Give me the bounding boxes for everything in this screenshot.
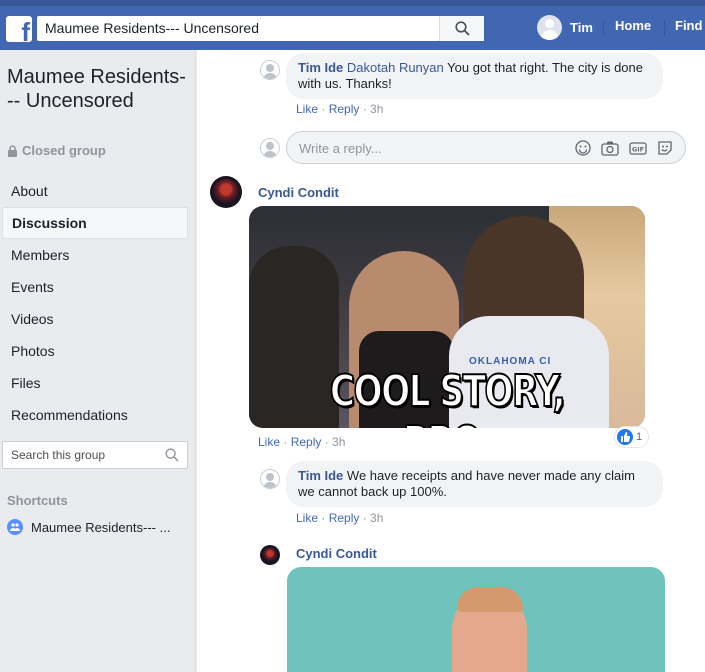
comment-actions: Like · Reply · 3h <box>296 511 384 525</box>
camera-icon[interactable] <box>601 140 619 156</box>
top-bar: f Maumee Residents--- Uncensored Tim Hom… <box>0 0 705 50</box>
facebook-logo-icon[interactable]: f <box>6 16 32 42</box>
profile-link[interactable]: Tim <box>537 15 593 40</box>
commenter-avatar[interactable] <box>260 469 280 489</box>
comment-time[interactable]: 3h <box>370 511 383 525</box>
lock-icon <box>8 144 17 157</box>
home-link[interactable]: Home <box>615 18 651 33</box>
comment-author[interactable]: Tim Ide <box>298 468 343 483</box>
commenter-avatar[interactable] <box>260 60 280 80</box>
comment-author[interactable]: Tim Ide <box>298 60 343 75</box>
emoji-icon[interactable] <box>575 140 591 156</box>
like-link[interactable]: Like <box>258 435 280 449</box>
user-name: Tim <box>570 20 593 35</box>
gif-image[interactable]: OKLAHOMA CI COOL STORY, BRO. <box>249 206 645 428</box>
group-icon <box>7 519 23 535</box>
shortcut-label: Maumee Residents--- ... <box>31 519 171 535</box>
left-sidebar: Maumee Residents--- Uncensored Closed gr… <box>0 50 196 672</box>
like-count-value: 1 <box>636 431 643 443</box>
nav-files[interactable]: Files <box>2 367 188 399</box>
sticker-icon[interactable] <box>657 140 673 156</box>
post-author[interactable]: Cyndi Condit <box>258 185 339 200</box>
search-icon[interactable] <box>165 448 179 462</box>
avatar <box>537 15 562 40</box>
comment-bubble: Tim Ide Dakotah Runyan You got that righ… <box>286 53 663 99</box>
search-button[interactable] <box>439 16 484 41</box>
comment-bubble: Tim Ide We have receipts and have never … <box>286 461 663 507</box>
shortcuts-heading: Shortcuts <box>7 493 68 508</box>
reply-link[interactable]: Reply <box>291 435 322 449</box>
reply-link[interactable]: Reply <box>329 511 360 525</box>
post-actions: Like · Reply · 3h <box>258 435 346 449</box>
gif-caption: COOL STORY, BRO. <box>329 365 566 428</box>
find-friends-link[interactable]: Find <box>675 18 702 33</box>
like-icon <box>617 429 633 445</box>
author-avatar[interactable] <box>260 545 280 565</box>
like-link[interactable]: Like <box>296 511 318 525</box>
search-icon <box>454 21 470 36</box>
global-search[interactable]: Maumee Residents--- Uncensored <box>37 16 484 41</box>
divider <box>664 20 665 36</box>
group-search-placeholder: Search this group <box>11 448 106 462</box>
reply-tools: GIF <box>575 140 673 156</box>
nav-discussion[interactable]: Discussion <box>2 207 188 239</box>
nav-recommendations[interactable]: Recommendations <box>2 399 188 431</box>
reply-placeholder: Write a reply... <box>299 141 382 156</box>
gif-image[interactable] <box>287 567 665 672</box>
group-search-input[interactable]: Search this group <box>2 441 188 469</box>
nav-photos[interactable]: Photos <box>2 335 188 367</box>
nav-events[interactable]: Events <box>2 271 188 303</box>
reply-input[interactable]: Write a reply... GIF <box>286 131 686 164</box>
gif-icon[interactable]: GIF <box>629 140 647 156</box>
like-link[interactable]: Like <box>296 102 318 116</box>
privacy-label: Closed group <box>22 143 106 158</box>
nav-about[interactable]: About <box>2 175 188 207</box>
reaction-count[interactable]: 1 <box>615 427 649 447</box>
shortcut-item[interactable]: Maumee Residents--- ... <box>7 519 170 535</box>
group-nav: About Discussion Members Events Videos P… <box>2 175 188 431</box>
nav-members[interactable]: Members <box>2 239 188 271</box>
comment-text: We have receipts and have never made any… <box>298 468 635 499</box>
comment-actions: Like · Reply · 3h <box>296 102 384 116</box>
post-time[interactable]: 3h <box>332 435 345 449</box>
svg-text:GIF: GIF <box>632 146 644 154</box>
tagged-user[interactable]: Dakotah Runyan <box>347 60 444 75</box>
nav-videos[interactable]: Videos <box>2 303 188 335</box>
post-author[interactable]: Cyndi Condit <box>296 546 377 561</box>
global-search-input[interactable]: Maumee Residents--- Uncensored <box>37 16 439 41</box>
discussion-feed: Tim Ide Dakotah Runyan You got that righ… <box>197 50 705 672</box>
reply-link[interactable]: Reply <box>329 102 360 116</box>
group-privacy: Closed group <box>7 143 106 158</box>
comment-time[interactable]: 3h <box>370 102 383 116</box>
divider <box>603 20 604 36</box>
group-title[interactable]: Maumee Residents--- Uncensored <box>7 65 187 113</box>
author-avatar[interactable] <box>210 176 242 208</box>
my-avatar <box>260 138 280 158</box>
